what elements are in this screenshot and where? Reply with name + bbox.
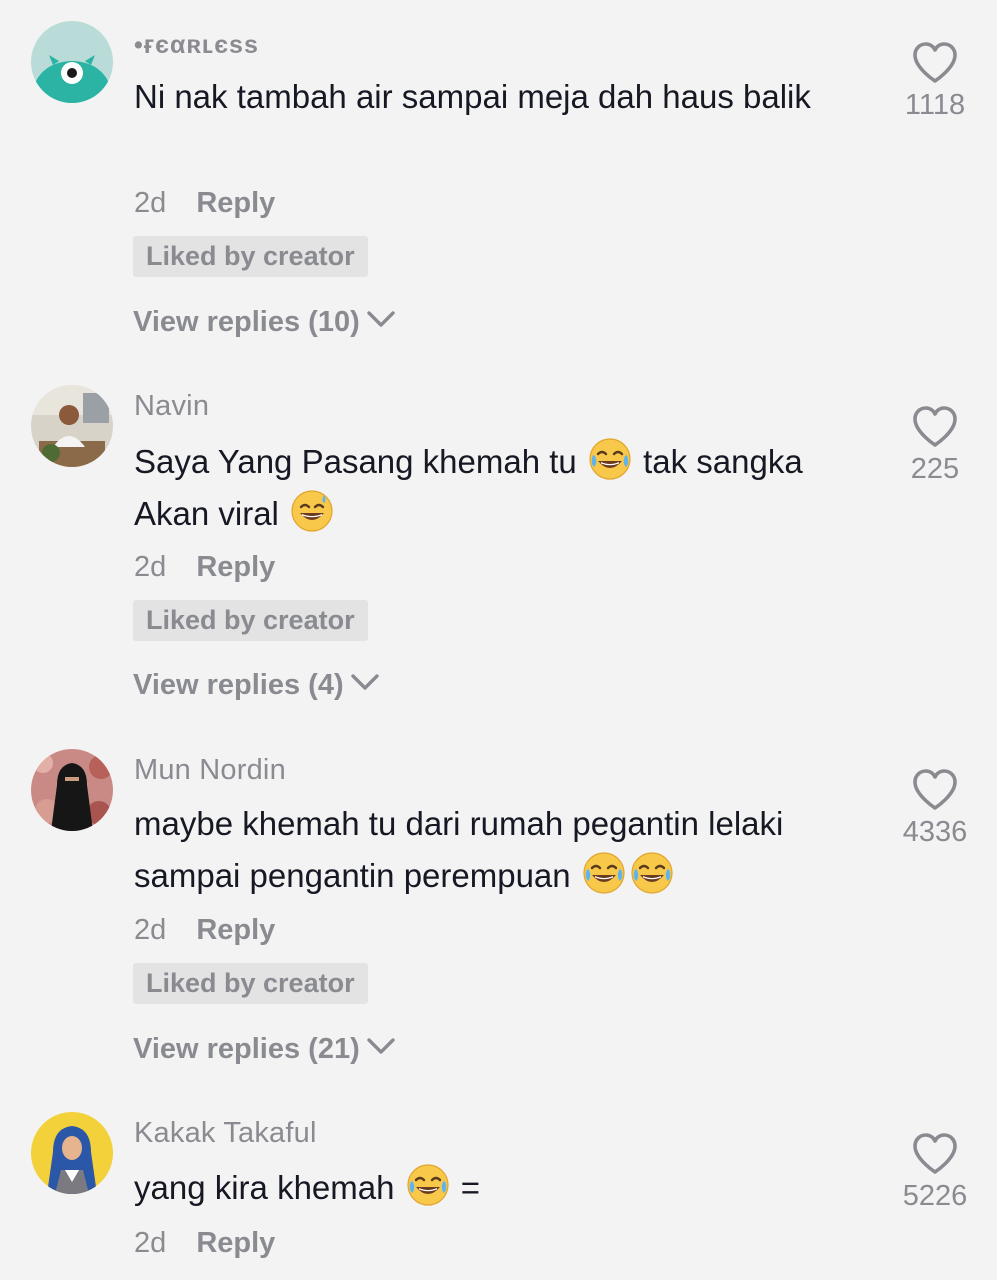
liked-by-creator-badge: Liked by creator xyxy=(133,600,368,641)
comment-time: 2d xyxy=(134,1227,167,1259)
like-column: 1118 xyxy=(880,41,990,122)
heart-icon[interactable] xyxy=(911,405,959,449)
comment-time: 2d xyxy=(134,914,167,946)
woman-in-niqab-photo-avatar-icon xyxy=(31,749,113,831)
comment-meta: 2d Reply xyxy=(134,187,275,220)
comment-text-part: yang kira khemah xyxy=(134,1169,404,1206)
username[interactable]: Kakak Takaful xyxy=(134,1117,317,1150)
heart-icon[interactable] xyxy=(911,768,959,812)
comment-time: 2d xyxy=(134,187,167,219)
comment-text: Ni nak tambah air sampai meja dah haus b… xyxy=(134,71,874,123)
view-replies-label: View replies (21) xyxy=(133,1033,360,1065)
like-column: 4336 xyxy=(880,768,990,849)
like-count: 5226 xyxy=(902,1180,968,1212)
comment-text-part: Ni nak tambah air sampai meja dah haus b… xyxy=(134,78,811,115)
like-column: 225 xyxy=(880,405,990,486)
username[interactable]: Navin xyxy=(134,390,209,423)
comment-meta: 2d Reply xyxy=(134,1227,275,1260)
teal-monster-avatar-icon xyxy=(31,21,113,103)
username[interactable]: Mun Nordin xyxy=(134,754,286,787)
tears-of-joy-emoji-icon xyxy=(630,851,674,895)
user-avatar[interactable] xyxy=(31,1112,113,1194)
comment-text-part: maybe khemah tu dari rumah pegantin lela… xyxy=(134,805,784,894)
view-replies-button[interactable]: View replies (4) xyxy=(133,669,380,702)
liked-by-creator-badge: Liked by creator xyxy=(133,236,368,277)
view-replies-label: View replies (4) xyxy=(133,669,344,701)
liked-by-creator-badge: Liked by creator xyxy=(133,963,368,1004)
like-count: 4336 xyxy=(902,816,968,848)
comment-text-part: Saya Yang Pasang khemah tu xyxy=(134,443,586,480)
view-replies-label: View replies (10) xyxy=(133,306,360,338)
man-in-office-photo-avatar-icon xyxy=(31,385,113,467)
chevron-down-icon xyxy=(366,1036,396,1056)
reply-button[interactable]: Reply xyxy=(196,914,275,946)
woman-in-hijab-yellow-avatar-icon xyxy=(31,1112,113,1194)
user-avatar[interactable] xyxy=(31,385,113,467)
comment-text: Saya Yang Pasang khemah tu tak sangka Ak… xyxy=(134,436,874,540)
username[interactable]: •ғєαʀʟєss xyxy=(134,31,259,60)
comment-text: maybe khemah tu dari rumah pegantin lela… xyxy=(134,798,874,902)
comment-meta: 2d Reply xyxy=(134,551,275,584)
tears-of-joy-emoji-icon xyxy=(406,1163,450,1207)
reply-button[interactable]: Reply xyxy=(196,187,275,219)
chevron-down-icon xyxy=(350,672,380,692)
chevron-down-icon xyxy=(366,309,396,329)
view-replies-button[interactable]: View replies (21) xyxy=(133,1033,396,1066)
like-count: 225 xyxy=(910,453,960,485)
view-replies-button[interactable]: View replies (10) xyxy=(133,306,396,339)
reply-button[interactable]: Reply xyxy=(196,1227,275,1259)
user-avatar[interactable] xyxy=(31,21,113,103)
comment-meta: 2d Reply xyxy=(134,914,275,947)
tears-of-joy-emoji-icon xyxy=(588,437,632,481)
like-count: 1118 xyxy=(904,89,966,121)
comment-text-part: = xyxy=(451,1169,481,1206)
user-avatar[interactable] xyxy=(31,749,113,831)
comment-text: yang kira khemah = xyxy=(134,1162,874,1214)
reply-button[interactable]: Reply xyxy=(196,551,275,583)
grinning-sweat-emoji-icon xyxy=(290,489,334,533)
heart-icon[interactable] xyxy=(911,41,959,85)
heart-icon[interactable] xyxy=(911,1132,959,1176)
comment-time: 2d xyxy=(134,551,167,583)
like-column: 5226 xyxy=(880,1132,990,1213)
tears-of-joy-emoji-icon xyxy=(582,851,626,895)
